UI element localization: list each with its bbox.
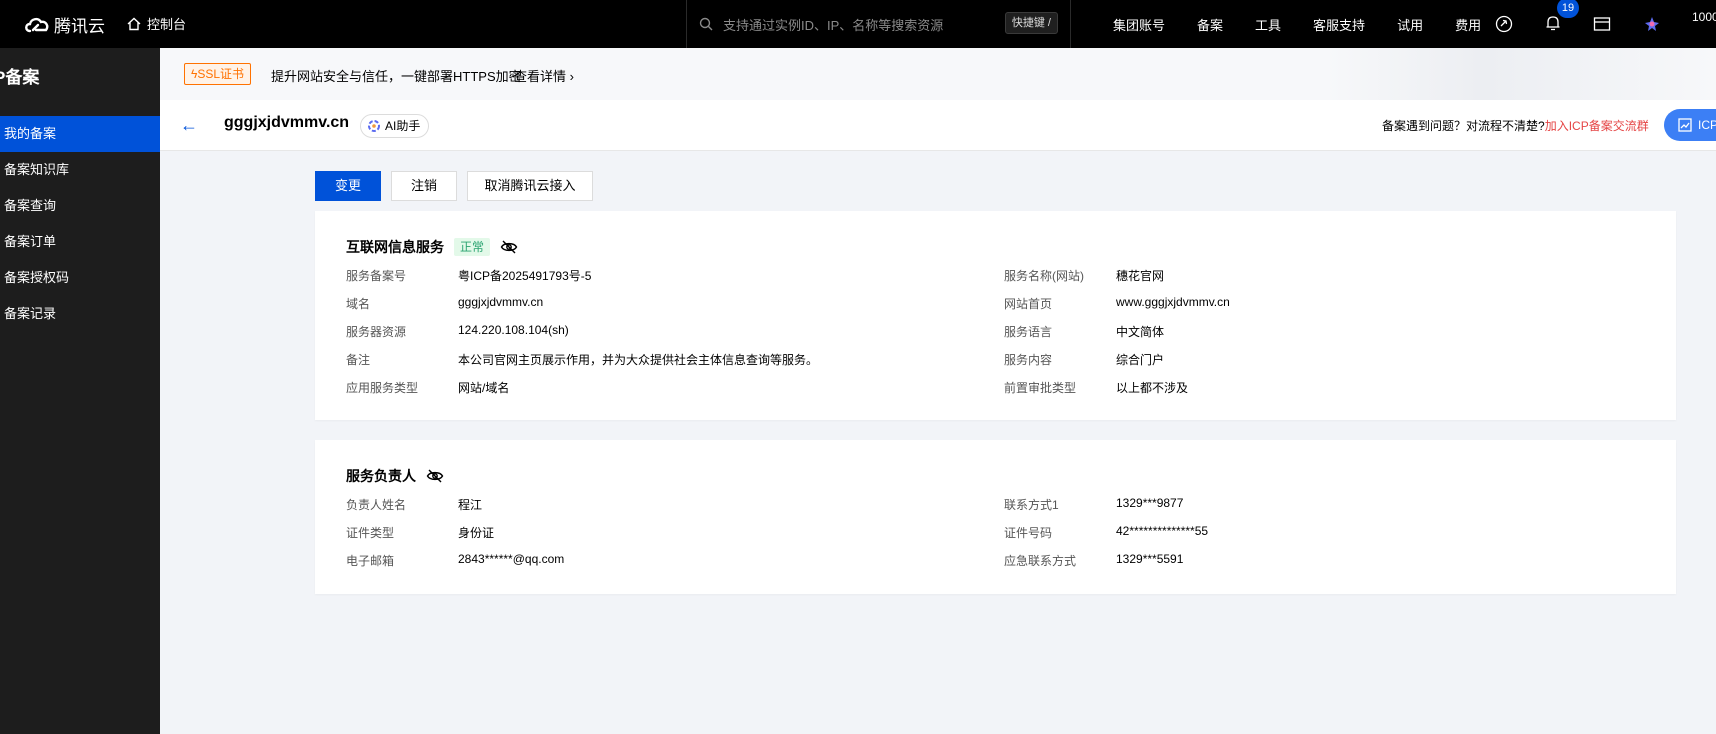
global-search[interactable]: 支持通过实例ID、IP、名称等搜索资源 快捷键 /	[686, 0, 1071, 48]
banner-text: 提升网站安全与信任，一键部署HTTPS加密	[271, 69, 522, 84]
field-value: 124.220.108.104(sh)	[458, 323, 569, 337]
help-text: 备案遇到问题？对流程不清楚?加入ICP备案交流群	[1382, 117, 1649, 134]
nav-beian[interactable]: 备案	[1197, 15, 1223, 34]
cancel-access-button[interactable]: 取消腾讯云接入	[467, 171, 593, 201]
top-bar: 腾讯云 控制台 支持通过实例ID、IP、名称等搜索资源 快捷键 / 集团账号 备…	[0, 0, 1716, 48]
chevron-right-icon: ›	[569, 69, 574, 84]
field-label: 证件类型	[346, 526, 395, 540]
nav-support[interactable]: 客服支持	[1313, 15, 1365, 34]
user-avatar-icon[interactable]	[1643, 15, 1661, 33]
search-icon	[699, 17, 713, 31]
field-label: 服务内容	[1004, 353, 1053, 367]
field-value: 中文简体	[1116, 325, 1165, 339]
link-circle-icon[interactable]	[1495, 15, 1513, 33]
account-id[interactable]: 1000	[1692, 10, 1716, 24]
ai-assistant-button[interactable]: AI助手	[360, 114, 430, 138]
status-badge: 正常	[454, 238, 491, 256]
page-title: gggjxjdvmmv.cn	[224, 114, 350, 131]
console-link[interactable]: 控制台	[127, 14, 186, 33]
banner-details-link[interactable]: 查看详情 ›	[514, 66, 574, 85]
eye-off-icon[interactable]	[426, 469, 444, 483]
ssl-tag[interactable]: ϟSSL证书	[184, 63, 252, 85]
brand-name: 腾讯云	[54, 17, 105, 36]
ssl-tag-label: SSL证书	[197, 67, 245, 81]
field-label: 应用服务类型	[346, 381, 419, 395]
field-label: 服务名称(网站)	[1004, 269, 1084, 283]
banner-link-label: 查看详情	[514, 69, 567, 84]
notification-badge: 19	[1557, 0, 1579, 18]
field-value: 程江	[458, 498, 483, 512]
back-arrow-icon[interactable]: ←	[180, 115, 198, 136]
deregister-button[interactable]: 注销	[391, 171, 457, 201]
ai-sparkle-icon	[368, 120, 380, 132]
field-value: 身份证	[458, 526, 495, 540]
icp-button-label: ICP	[1698, 118, 1716, 132]
sidebar-item-orders[interactable]: 备案订单	[0, 224, 160, 260]
home-icon	[127, 17, 141, 30]
top-icons: 19	[1495, 0, 1661, 48]
field-label: 电子邮箱	[346, 554, 395, 568]
shortcut-hint: 快捷键 /	[1004, 12, 1058, 34]
sidebar-item-knowledge[interactable]: 备案知识库	[0, 152, 160, 188]
console-label: 控制台	[147, 17, 187, 32]
eye-off-icon[interactable]	[500, 240, 518, 254]
field-label: 证件号码	[1004, 526, 1053, 540]
service-card-title: 互联网信息服务 正常	[346, 237, 518, 257]
icp-button[interactable]: ICP	[1664, 109, 1716, 141]
sidebar-item-query[interactable]: 备案查询	[0, 188, 160, 224]
nav-trial[interactable]: 试用	[1397, 15, 1423, 34]
message-box-icon[interactable]	[1593, 16, 1611, 32]
field-value: 粤ICP备2025491793号-5	[458, 269, 592, 283]
field-label: 域名	[346, 297, 371, 311]
field-label: 应急联系方式	[1004, 554, 1077, 568]
sidebar: P备案 我的备案 备案知识库 备案查询 备案订单 备案授权码 备案记录	[0, 48, 160, 734]
field-label: 服务语言	[1004, 325, 1053, 339]
field-value: 1329***5591	[1116, 552, 1184, 566]
field-label: 负责人姓名	[346, 498, 407, 512]
brand-logo[interactable]: 腾讯云	[24, 12, 105, 37]
field-value: 网站/域名	[458, 381, 510, 395]
field-label: 联系方式1	[1004, 498, 1059, 512]
field-value: 穗花官网	[1116, 269, 1165, 283]
field-label: 前置审批类型	[1004, 381, 1077, 395]
change-button[interactable]: 变更	[315, 171, 381, 201]
help-prefix: 备案遇到问题？对流程不清楚?	[1382, 119, 1545, 133]
field-value: 综合门户	[1116, 353, 1165, 367]
join-group-link[interactable]: 加入ICP备案交流群	[1545, 119, 1649, 133]
field-label: 服务备案号	[346, 269, 407, 283]
field-value: 本公司官网主页展示作用，并为大众提供社会主体信息查询等服务。	[458, 353, 819, 367]
sidebar-title: P备案	[0, 68, 40, 87]
service-info-card: 互联网信息服务 正常 服务备案号 粤ICP备2025491793号-5 域名 ggg…	[315, 211, 1676, 420]
field-label: 备注	[346, 353, 371, 367]
chart-box-icon	[1678, 118, 1692, 132]
notification-button[interactable]: 19	[1545, 0, 1579, 35]
nav-tools[interactable]: 工具	[1255, 15, 1281, 34]
cloud-logo-icon	[25, 17, 49, 32]
bell-icon	[1546, 15, 1560, 30]
field-label: 服务器资源	[346, 325, 407, 339]
owner-title-text: 服务负责人	[346, 468, 416, 484]
nav-billing[interactable]: 费用	[1455, 15, 1481, 34]
field-value: www.gggjxjdvmmv.cn	[1116, 295, 1230, 309]
nav-group-account[interactable]: 集团账号	[1113, 15, 1165, 34]
sidebar-item-records[interactable]: 备案记录	[0, 296, 160, 332]
field-value: 以上都不涉及	[1116, 381, 1189, 395]
owner-card-title: 服务负责人	[346, 466, 444, 486]
sidebar-item-auth-code[interactable]: 备案授权码	[0, 260, 160, 296]
ai-button-label: AI助手	[385, 119, 421, 133]
field-label: 网站首页	[1004, 297, 1053, 311]
field-value: gggjxjdvmmv.cn	[458, 295, 544, 309]
service-title-text: 互联网信息服务	[346, 239, 444, 255]
search-input[interactable]: 支持通过实例ID、IP、名称等搜索资源	[723, 15, 943, 34]
top-nav: 集团账号 备案 工具 客服支持 试用 费用	[1113, 0, 1513, 48]
field-value: 42**************55	[1116, 524, 1209, 538]
promo-banner: ϟSSL证书 提升网站安全与信任，一键部署HTTPS加密 查看详情 ›	[160, 48, 1716, 100]
owner-info-card: 服务负责人 负责人姓名 程江 证件类型 身份证 电子邮箱 2843******@qq.…	[315, 440, 1676, 594]
field-value: 2843******@qq.com	[458, 552, 565, 566]
sidebar-item-my-beian[interactable]: 我的备案	[0, 116, 160, 152]
field-value: 1329***9877	[1116, 496, 1184, 510]
page-header: ← gggjxjdvmmv.cn AI助手 备案遇到问题？对流程不清楚?加入IC…	[160, 100, 1716, 151]
